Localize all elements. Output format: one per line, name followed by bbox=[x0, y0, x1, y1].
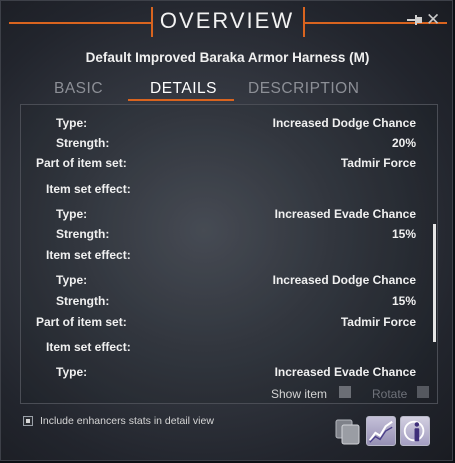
detail-label: Type: bbox=[56, 116, 88, 130]
window-title: OVERVIEW bbox=[159, 8, 295, 33]
show-item-checkbox[interactable] bbox=[339, 386, 351, 398]
detail-value: Tadmir Force bbox=[340, 156, 416, 170]
detail-value: 20% bbox=[391, 136, 416, 150]
tab-details[interactable]: DETAILS bbox=[150, 80, 217, 98]
detail-label: Part of item set: bbox=[36, 156, 127, 170]
detail-value: Increased Evade Chance bbox=[274, 207, 416, 221]
detail-label: Item set effect: bbox=[46, 340, 131, 354]
copy-icon[interactable] bbox=[333, 416, 363, 446]
detail-label: Strength: bbox=[56, 136, 110, 150]
rotate-checkbox[interactable] bbox=[417, 386, 429, 398]
detail-label: Type: bbox=[56, 273, 88, 287]
tab-basic[interactable]: BASIC bbox=[54, 80, 103, 98]
close-icon[interactable]: ✕ bbox=[426, 11, 440, 28]
tab-description[interactable]: DESCRIPTION bbox=[248, 80, 359, 98]
active-tab-indicator bbox=[128, 99, 234, 101]
detail-value: Tadmir Force bbox=[340, 315, 416, 329]
include-enhancers-checkbox[interactable] bbox=[23, 416, 33, 426]
item-name: Default Improved Baraka Armor Harness (M… bbox=[85, 50, 370, 65]
rotate-label: Rotate bbox=[372, 387, 408, 401]
details-scrollbar[interactable] bbox=[433, 224, 436, 342]
detail-value: Increased Evade Chance bbox=[274, 365, 416, 379]
detail-label: Strength: bbox=[56, 227, 110, 241]
detail-label: Type: bbox=[56, 365, 88, 379]
detail-label: Item set effect: bbox=[46, 182, 131, 196]
detail-value: 15% bbox=[391, 294, 416, 308]
detail-label: Item set effect: bbox=[46, 248, 131, 262]
pin-icon[interactable] bbox=[407, 14, 423, 26]
detail-label: Type: bbox=[56, 207, 88, 221]
detail-label: Strength: bbox=[56, 294, 110, 308]
chart-icon[interactable] bbox=[366, 416, 396, 446]
info-icon[interactable] bbox=[400, 416, 430, 446]
include-enhancers-label: Include enhancers stats in detail view bbox=[40, 415, 214, 427]
detail-value: Increased Dodge Chance bbox=[272, 116, 416, 130]
details-panel[interactable]: Type: Increased Dodge Chance Strength: 2… bbox=[20, 104, 438, 404]
detail-label: Part of item set: bbox=[36, 315, 127, 329]
detail-value: 15% bbox=[391, 227, 416, 241]
detail-value: Increased Dodge Chance bbox=[272, 273, 416, 287]
show-item-label: Show item bbox=[271, 387, 328, 401]
title-bar-line-left bbox=[9, 22, 153, 24]
